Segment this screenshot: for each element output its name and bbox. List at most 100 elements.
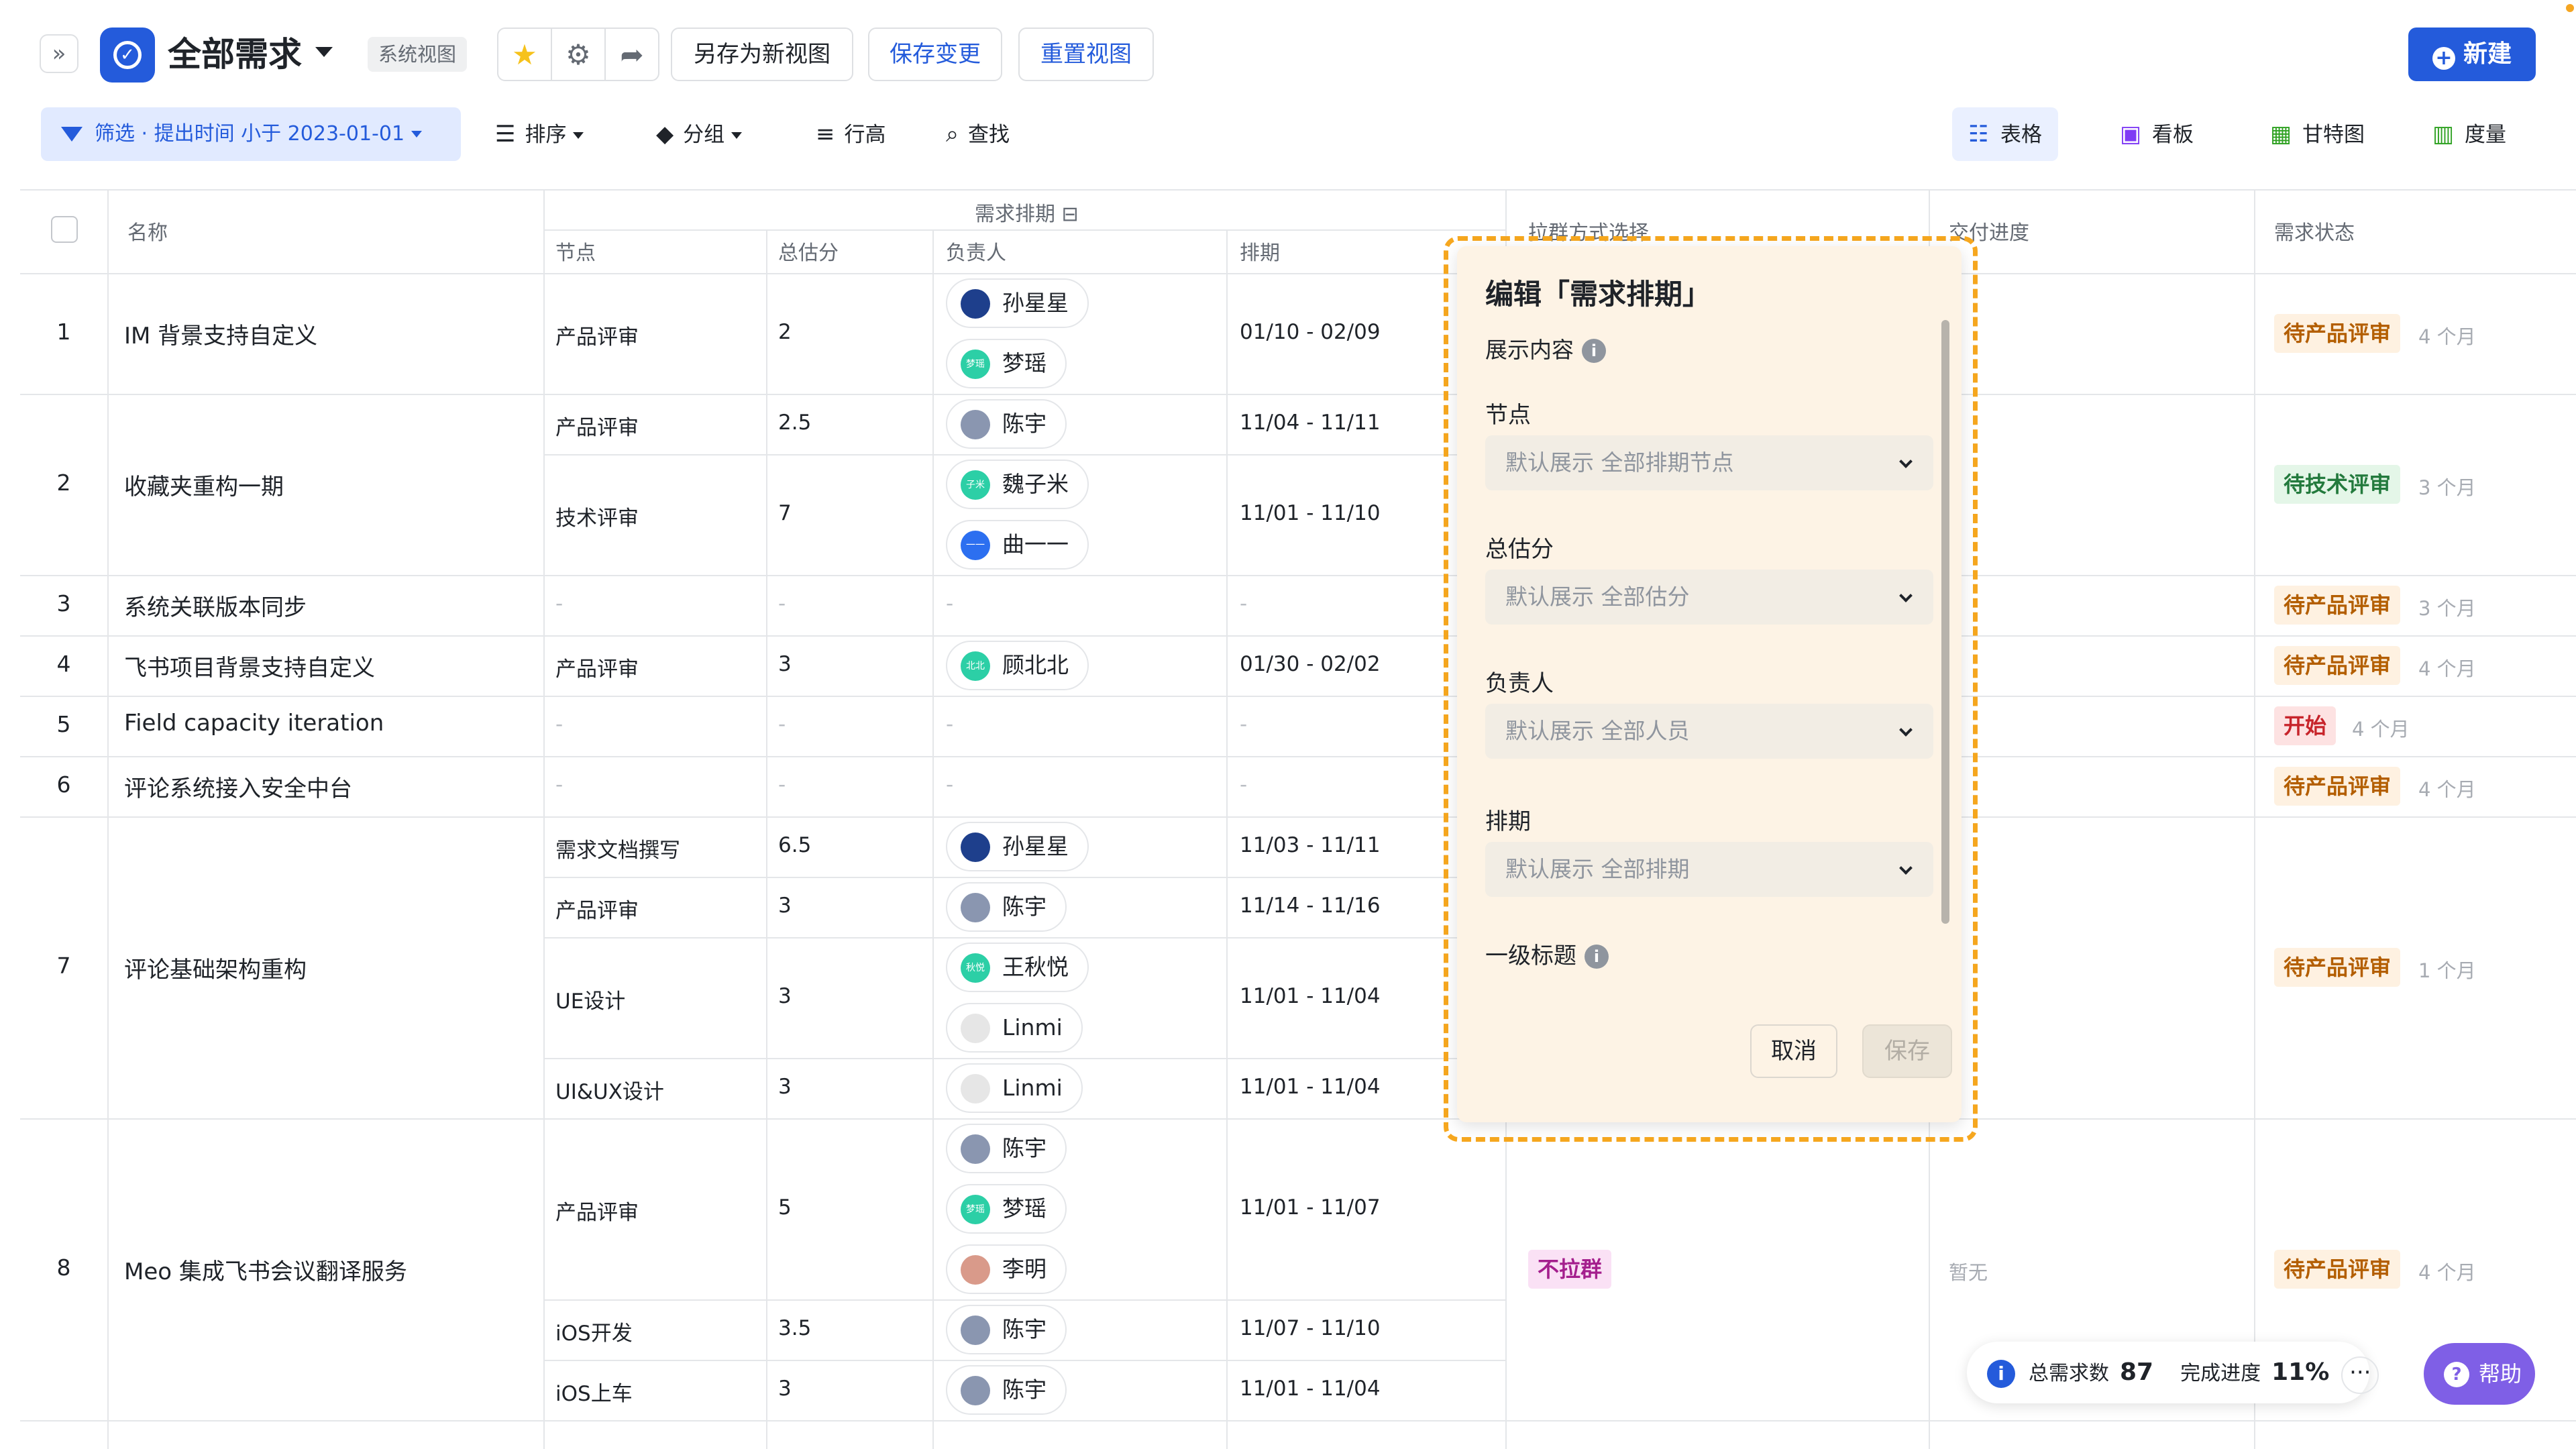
row-name[interactable]: Meo 集成飞书会议翻译服务 bbox=[124, 1253, 407, 1286]
status-badge[interactable]: 待产品评审 bbox=[2274, 948, 2401, 987]
sort-button[interactable]: ☰ 排序 bbox=[495, 107, 584, 161]
row-name[interactable]: IM 背景支持自定义 bbox=[124, 317, 317, 350]
period-cell[interactable]: 11/01 - 11/04 bbox=[1240, 1377, 1381, 1401]
column-header-owner[interactable]: 负责人 bbox=[946, 236, 1006, 266]
tab-gantt[interactable]: ▦ 甘特图 bbox=[2254, 107, 2381, 161]
owner-pill[interactable]: 子米 魏子米 bbox=[946, 460, 1089, 509]
row-name[interactable]: Field capacity iteration bbox=[124, 710, 384, 737]
tab-table[interactable]: ☷ 表格 bbox=[1952, 107, 2058, 161]
node-cell[interactable]: iOS开发 bbox=[555, 1316, 633, 1346]
group-button[interactable]: ◆ 分组 bbox=[656, 107, 743, 161]
column-header-name[interactable]: 名称 bbox=[127, 216, 168, 246]
period-cell[interactable]: 11/01 - 11/10 bbox=[1240, 501, 1381, 525]
owner-pill[interactable]: 孙星星 bbox=[946, 278, 1089, 328]
period-cell[interactable]: 11/01 - 11/04 bbox=[1240, 1075, 1381, 1099]
owner-pill[interactable]: 一一 曲一一 bbox=[946, 520, 1089, 570]
filter-chip[interactable]: 筛选 · 提出时间 小于 2023-01-01 bbox=[41, 107, 461, 161]
column-header-period[interactable]: 排期 bbox=[1240, 236, 1280, 266]
node-cell[interactable]: 需求文档撰写 bbox=[555, 833, 680, 863]
save-changes-button[interactable]: 保存变更 bbox=[868, 28, 1002, 81]
score-cell[interactable]: 6.5 bbox=[778, 833, 811, 857]
node-cell[interactable]: 产品评审 bbox=[555, 411, 639, 441]
node-cell[interactable]: 产品评审 bbox=[555, 652, 639, 682]
page-title[interactable]: 全部需求 bbox=[168, 31, 302, 78]
period-cell[interactable]: 11/01 - 11/04 bbox=[1240, 984, 1381, 1008]
owner-pill[interactable]: 梦瑶 梦瑶 bbox=[946, 1184, 1067, 1234]
score-cell[interactable]: 7 bbox=[778, 501, 792, 525]
score-cell[interactable]: 5 bbox=[778, 1195, 792, 1220]
row-name[interactable]: 评论系统接入安全中台 bbox=[124, 770, 352, 803]
row-height-button[interactable]: ≡ 行高 bbox=[816, 107, 886, 161]
node-cell[interactable]: 产品评审 bbox=[555, 320, 639, 350]
period-cell[interactable]: 11/04 - 11/11 bbox=[1240, 411, 1381, 435]
status-badge[interactable]: 待产品评审 bbox=[2274, 586, 2401, 625]
row-name[interactable]: 飞书项目背景支持自定义 bbox=[124, 649, 375, 682]
node-select[interactable]: 默认展示 全部排期节点 bbox=[1485, 435, 1933, 490]
expand-sidebar-button[interactable]: » bbox=[40, 34, 78, 73]
popover-scrollbar[interactable] bbox=[1941, 320, 1949, 924]
row-name[interactable]: 评论基础架构重构 bbox=[124, 951, 307, 984]
status-badge[interactable]: 待产品评审 bbox=[2274, 1250, 2401, 1289]
score-cell[interactable]: 3 bbox=[778, 652, 792, 676]
info-icon[interactable]: i bbox=[1582, 339, 1606, 363]
tab-kanban[interactable]: ▣ 看板 bbox=[2104, 107, 2210, 161]
collapse-icon[interactable]: ⊟ bbox=[1062, 203, 1079, 226]
score-cell[interactable]: 3 bbox=[778, 984, 792, 1008]
node-cell[interactable]: iOS上车 bbox=[555, 1377, 633, 1407]
column-header-score[interactable]: 总估分 bbox=[778, 236, 839, 266]
owner-pill[interactable]: 秋悦 王秋悦 bbox=[946, 943, 1089, 992]
score-cell[interactable]: 3.5 bbox=[778, 1316, 811, 1340]
title-dropdown-icon[interactable] bbox=[315, 47, 333, 57]
status-badge[interactable]: 开始 bbox=[2274, 706, 2337, 745]
owner-select[interactable]: 默认展示 全部人员 bbox=[1485, 704, 1933, 759]
node-cell[interactable]: UI&UX设计 bbox=[555, 1075, 664, 1105]
info-icon[interactable]: i bbox=[1585, 945, 1609, 969]
node-cell[interactable]: 产品评审 bbox=[555, 894, 639, 924]
owner-pill[interactable]: 陈宇 bbox=[946, 1365, 1067, 1415]
gear-icon[interactable]: ⚙ bbox=[551, 29, 604, 80]
score-select[interactable]: 默认展示 全部估分 bbox=[1485, 570, 1933, 625]
owner-pill[interactable]: Linmi bbox=[946, 1063, 1083, 1113]
score-cell[interactable]: 2 bbox=[778, 320, 792, 344]
tab-metrics[interactable]: ▥ 度量 bbox=[2416, 107, 2522, 161]
owner-pill[interactable]: 梦瑶 梦瑶 bbox=[946, 339, 1067, 388]
node-cell[interactable]: 技术评审 bbox=[555, 501, 639, 531]
period-cell[interactable]: 11/14 - 11/16 bbox=[1240, 894, 1381, 918]
reset-view-button[interactable]: 重置视图 bbox=[1018, 28, 1154, 81]
pull-method-badge[interactable]: 不拉群 bbox=[1528, 1250, 1612, 1289]
owner-pill[interactable]: 孙星星 bbox=[946, 822, 1089, 871]
status-badge[interactable]: 待产品评审 bbox=[2274, 314, 2401, 353]
score-cell[interactable]: 3 bbox=[778, 1377, 792, 1401]
find-button[interactable]: ⌕ 查找 bbox=[946, 107, 1010, 161]
score-cell[interactable]: 3 bbox=[778, 1075, 792, 1099]
share-icon[interactable]: ➦ bbox=[604, 29, 658, 80]
score-cell[interactable]: 3 bbox=[778, 894, 792, 918]
score-cell[interactable]: 2.5 bbox=[778, 411, 811, 435]
select-all-checkbox[interactable] bbox=[51, 216, 78, 243]
owner-pill[interactable]: Linmi bbox=[946, 1003, 1083, 1053]
status-badge[interactable]: 待技术评审 bbox=[2274, 465, 2401, 504]
owner-pill[interactable]: 李明 bbox=[946, 1244, 1067, 1294]
node-cell[interactable]: UE设计 bbox=[555, 984, 625, 1014]
owner-pill[interactable]: 北北 顾北北 bbox=[946, 641, 1089, 690]
help-button[interactable]: ? 帮助 bbox=[2424, 1343, 2535, 1405]
period-cell[interactable]: 01/10 - 02/09 bbox=[1240, 320, 1381, 344]
node-cell[interactable]: 产品评审 bbox=[555, 1195, 639, 1226]
column-header-schedule-group[interactable]: 需求排期 ⊟ bbox=[975, 197, 1079, 227]
column-header-status[interactable]: 需求状态 bbox=[2274, 216, 2355, 246]
period-cell[interactable]: 11/07 - 11/10 bbox=[1240, 1316, 1381, 1340]
save-as-new-view-button[interactable]: 另存为新视图 bbox=[671, 28, 853, 81]
owner-pill[interactable]: 陈宇 bbox=[946, 399, 1067, 449]
star-icon[interactable]: ★ bbox=[498, 29, 551, 80]
period-select[interactable]: 默认展示 全部排期 bbox=[1485, 842, 1933, 897]
column-header-node[interactable]: 节点 bbox=[555, 236, 596, 266]
status-badge[interactable]: 待产品评审 bbox=[2274, 767, 2401, 806]
period-cell[interactable]: 11/03 - 11/11 bbox=[1240, 833, 1381, 857]
owner-pill[interactable]: 陈宇 bbox=[946, 882, 1067, 932]
owner-pill[interactable]: 陈宇 bbox=[946, 1124, 1067, 1173]
new-item-button[interactable]: + 新建 bbox=[2408, 28, 2536, 81]
cancel-button[interactable]: 取消 bbox=[1750, 1024, 1837, 1078]
save-button[interactable]: 保存 bbox=[1862, 1024, 1952, 1078]
period-cell[interactable]: 01/30 - 02/02 bbox=[1240, 652, 1381, 676]
more-icon[interactable]: ··· bbox=[2341, 1356, 2379, 1394]
